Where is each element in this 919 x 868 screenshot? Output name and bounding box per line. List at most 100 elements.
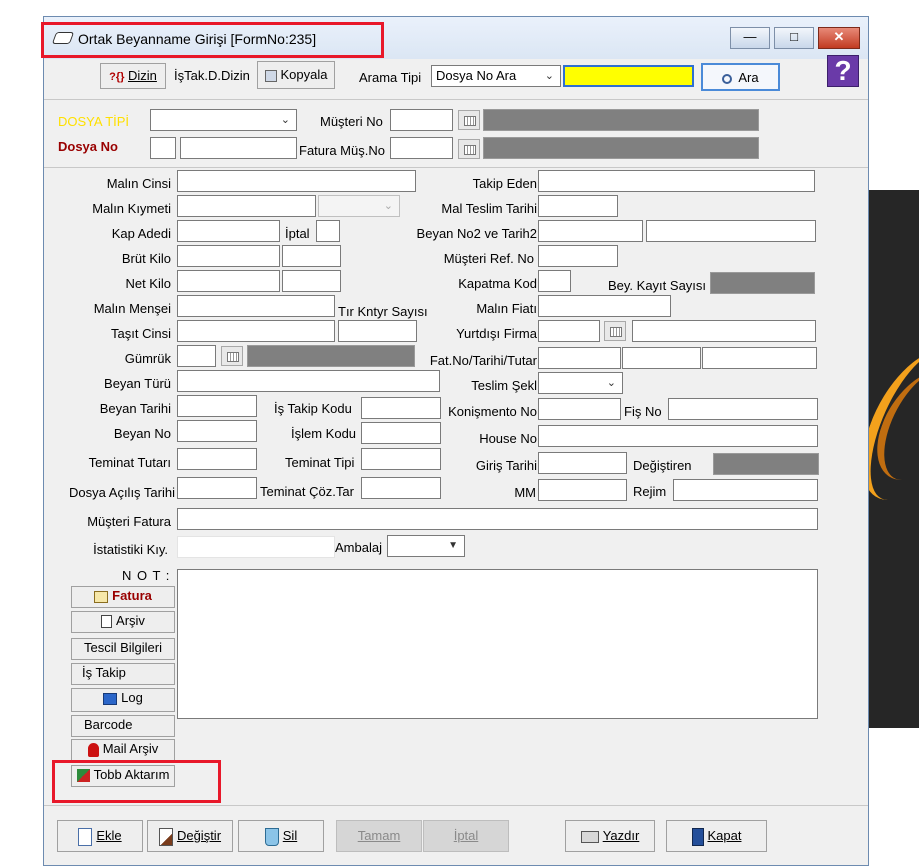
yazdir-button[interactable]: Yazdır: [565, 820, 655, 852]
not-textarea[interactable]: [177, 569, 818, 719]
chevron-down-icon: ⌄: [544, 70, 554, 82]
tir-kntyr-field[interactable]: [338, 320, 417, 342]
beyan-no-field[interactable]: [177, 420, 257, 442]
fis-no-field[interactable]: [668, 398, 818, 420]
dosya-tipi-select[interactable]: ⌄: [150, 109, 297, 131]
maximize-button[interactable]: □: [774, 27, 814, 49]
fat-tutar-field[interactable]: [702, 347, 817, 369]
gumruk-field[interactable]: [177, 345, 216, 367]
teminat-coz-field[interactable]: [361, 477, 441, 499]
kapat-button[interactable]: Kapat: [666, 820, 767, 852]
sil-button[interactable]: Sil: [238, 820, 324, 852]
dosya-no-field[interactable]: [180, 137, 297, 159]
close-button[interactable]: ✕: [818, 27, 860, 49]
new-document-icon: [78, 827, 93, 846]
kapatma-kod-label: Kapatma Kod: [458, 276, 537, 291]
log-button[interactable]: Log: [71, 688, 175, 712]
degistiren-label: Değiştiren: [633, 458, 692, 473]
tobb-highlight: [52, 760, 221, 803]
sil-label: Sil: [282, 828, 298, 843]
fat-no-field[interactable]: [538, 347, 621, 369]
kap-adedi-label: Kap Adedi: [111, 226, 171, 241]
house-no-field[interactable]: [538, 425, 818, 447]
dosya-no-prefix-field[interactable]: [150, 137, 176, 159]
fatura-mus-no-label: Fatura Müş.No: [299, 143, 385, 158]
brut-kilo-unit-field[interactable]: [282, 245, 341, 267]
mal-teslim-field[interactable]: [538, 195, 618, 217]
takip-eden-label: Takip Eden: [472, 176, 537, 191]
yurtdisi-field[interactable]: [538, 320, 600, 342]
musteri-ref-field[interactable]: [538, 245, 618, 267]
arama-tipi-select[interactable]: Dosya No Ara ⌄: [431, 65, 561, 87]
islem-kodu-field[interactable]: [361, 422, 441, 444]
help-button[interactable]: ?: [827, 55, 859, 87]
ekle-label: Ekle: [96, 828, 122, 843]
takip-eden-field[interactable]: [538, 170, 815, 192]
ambalaj-select[interactable]: ▼: [387, 535, 465, 557]
teminat-tipi-field[interactable]: [361, 448, 441, 470]
tescil-label: Tescil Bilgileri: [83, 640, 163, 655]
teminat-tutari-field[interactable]: [177, 448, 257, 470]
degistiren-field: [713, 453, 819, 475]
musteri-lookup-icon[interactable]: [458, 110, 480, 130]
malin-mensei-field[interactable]: [177, 295, 335, 317]
barcode-button[interactable]: Barcode: [71, 715, 175, 737]
giris-tarihi-field[interactable]: [538, 452, 627, 474]
fatura-button[interactable]: Fatura: [71, 586, 175, 608]
chevron-down-icon: ⌄: [606, 377, 616, 389]
kapatma-kod-field[interactable]: [538, 270, 571, 292]
malin-fiati-field[interactable]: [538, 295, 671, 317]
musteri-fatura-field[interactable]: [177, 508, 818, 530]
ara-button[interactable]: Ara: [701, 63, 780, 91]
iptal-field[interactable]: [316, 220, 340, 242]
beyan-no2-field[interactable]: [538, 220, 643, 242]
is-takip-button[interactable]: İş Takip: [71, 663, 175, 685]
yurtdisi-name-field[interactable]: [632, 320, 816, 342]
kopyala-button[interactable]: Kopyala: [257, 61, 335, 89]
ekle-button[interactable]: Ekle: [57, 820, 143, 852]
archive-search-icon: [101, 615, 113, 629]
istatistiki-field[interactable]: [177, 536, 335, 558]
istak-dizin-label[interactable]: İşTak.D.Dizin: [174, 68, 250, 84]
tasit-cinsi-field[interactable]: [177, 320, 335, 342]
malin-kiymeti-field[interactable]: [177, 195, 316, 217]
iptal-label: İptal: [285, 226, 310, 241]
tamam-button[interactable]: Tamam: [336, 820, 422, 852]
net-kilo-field[interactable]: [177, 270, 280, 292]
net-kilo-unit-field[interactable]: [282, 270, 341, 292]
dosya-acilis-field[interactable]: [177, 477, 257, 499]
fatura-label: Fatura: [112, 588, 152, 603]
minimize-button[interactable]: —: [730, 27, 770, 49]
mm-field[interactable]: [538, 479, 627, 501]
is-takip-kodu-field[interactable]: [361, 397, 441, 419]
fat-tarih-field[interactable]: [622, 347, 701, 369]
rejim-field[interactable]: [673, 479, 818, 501]
gumruk-lookup-icon[interactable]: [221, 346, 243, 366]
malin-cinsi-field[interactable]: [177, 170, 416, 192]
search-input[interactable]: [563, 65, 694, 87]
yurtdisi-lookup-icon[interactable]: [604, 321, 626, 341]
beyan-turu-field[interactable]: [177, 370, 440, 392]
help-icon: ?: [834, 55, 852, 86]
beyan-tarih2-field[interactable]: [646, 220, 816, 242]
currency-select[interactable]: ⌄: [318, 195, 400, 217]
iptal-button[interactable]: İptal: [423, 820, 509, 852]
musteri-no-field[interactable]: [390, 109, 453, 131]
kap-adedi-field[interactable]: [177, 220, 280, 242]
fatura-mus-no-field[interactable]: [390, 137, 453, 159]
dizin-button[interactable]: ?{} Dizin: [100, 63, 166, 89]
tescil-button[interactable]: Tescil Bilgileri: [71, 638, 175, 660]
mail-arsiv-button[interactable]: Mail Arşiv: [71, 739, 175, 761]
beyan-no2-label: Beyan No2 ve Tarih2: [416, 226, 537, 241]
musteri-ref-label: Müşteri Ref. No: [443, 251, 534, 266]
konismento-field[interactable]: [538, 398, 621, 420]
chevron-down-icon: ⌄: [383, 200, 393, 212]
arsiv-button[interactable]: Arşiv: [71, 611, 175, 633]
fatura-lookup-icon[interactable]: [458, 139, 480, 159]
degistir-button[interactable]: Değiştir: [147, 820, 233, 852]
ambalaj-label: Ambalaj: [335, 540, 382, 555]
teslim-sekli-select[interactable]: ⌄: [538, 372, 623, 394]
chevron-down-icon: ⌄: [280, 114, 290, 126]
beyan-tarihi-field[interactable]: [177, 395, 257, 417]
brut-kilo-field[interactable]: [177, 245, 280, 267]
